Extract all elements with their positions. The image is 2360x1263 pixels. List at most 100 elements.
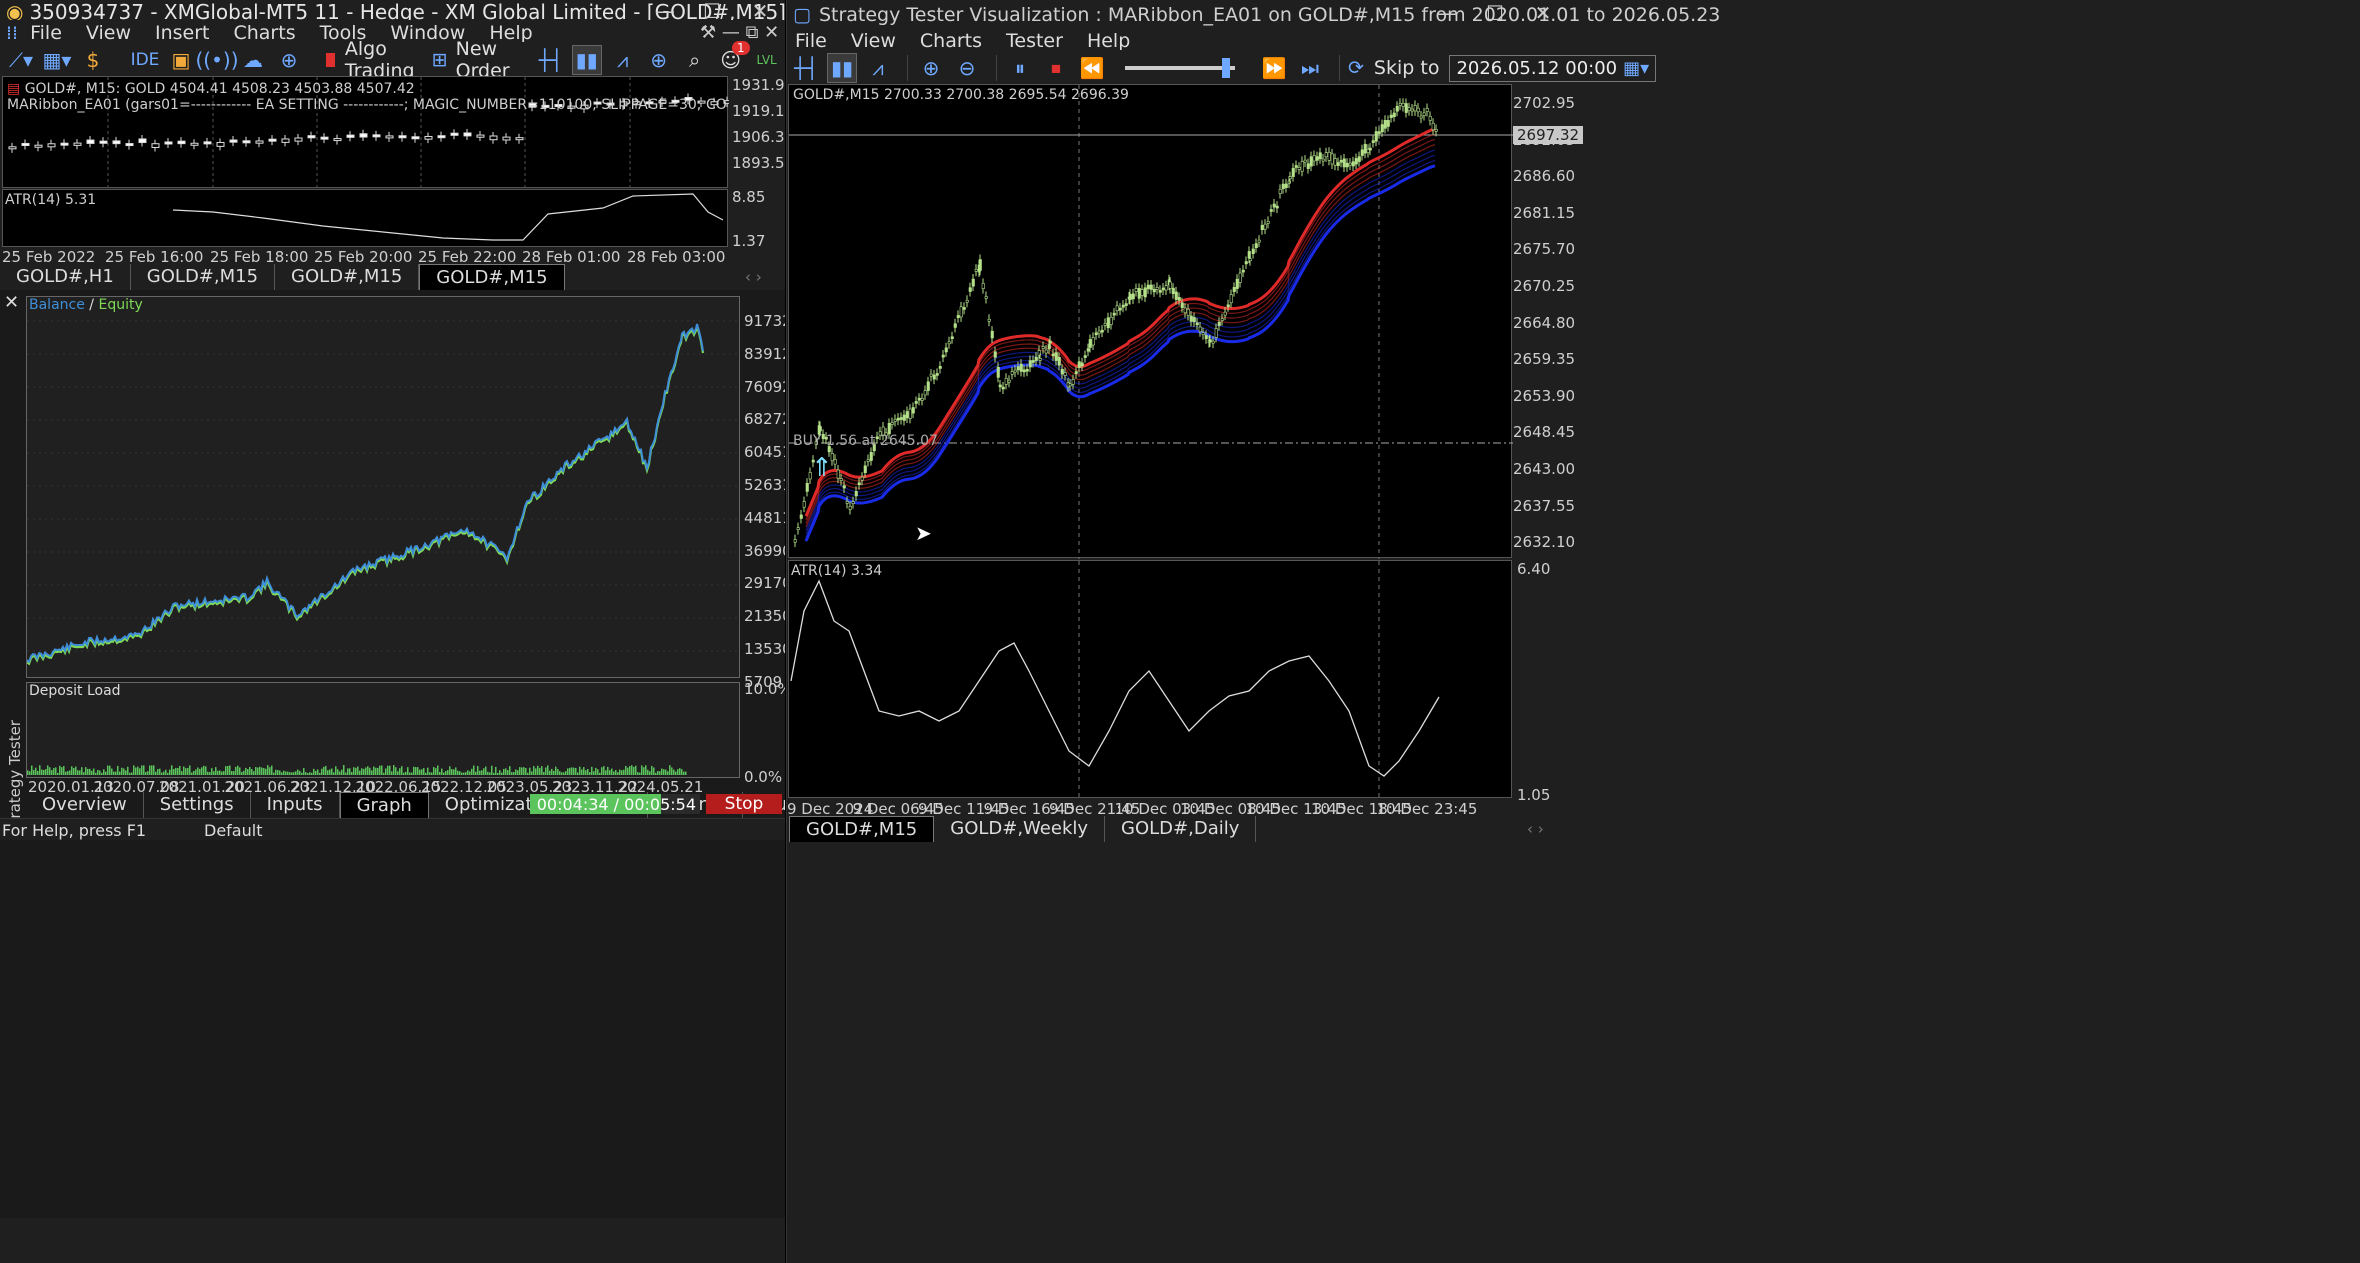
candle-body (1115, 305, 1119, 312)
maximize-button[interactable]: ☐ (692, 0, 732, 22)
speed-slider-thumb[interactable] (1221, 58, 1230, 78)
chart-tab[interactable]: GOLD#,H1 (0, 264, 131, 290)
deposit-bar (431, 772, 433, 775)
tab-graph[interactable]: Graph (339, 792, 429, 818)
deposit-bar (429, 772, 431, 775)
deposit-bar (437, 765, 439, 775)
candle-body (935, 373, 939, 376)
candle-body (1431, 122, 1435, 131)
deposit-bar (157, 769, 159, 775)
cloud-icon[interactable]: ☁ (238, 45, 268, 75)
tab-scroll-arrows[interactable]: ‹ › (745, 268, 762, 286)
rewind-icon[interactable]: ⏪ (1077, 53, 1107, 83)
viz-menu-view[interactable]: View (851, 30, 896, 52)
viz-maximize-button[interactable]: ☐ (1475, 2, 1515, 24)
viz-price-chart[interactable]: GOLD#,M15 2700.33 2700.38 2695.54 2696.3… (788, 84, 1513, 559)
deposit-bar (441, 768, 443, 775)
deposit-bar (475, 771, 477, 775)
fast-forward-icon[interactable]: ⏩ (1259, 53, 1289, 83)
menu-insert[interactable]: Insert (155, 22, 210, 44)
skip-to-datetime-input[interactable]: 2026.05.12 00:00 ▦▾ (1449, 54, 1657, 82)
chart-template-icon[interactable]: ▦▾ (42, 45, 72, 75)
speed-slider[interactable] (1125, 58, 1235, 78)
viz-atr-chart[interactable]: ATR(14) 3.34 (788, 560, 1512, 799)
deposit-bar (205, 766, 207, 775)
axis-label: 21350 (744, 607, 785, 626)
menu-file[interactable]: File (30, 22, 62, 44)
line-chart-icon[interactable]: ⟋▾ (6, 45, 36, 75)
mdi-controls[interactable]: ⚒ — ⧉ ✕ (700, 22, 779, 43)
deposit-bar (615, 769, 617, 775)
menu-view[interactable]: View (86, 22, 131, 44)
viz-zoom-out-icon[interactable]: ⊖ (952, 53, 982, 83)
market-icon[interactable]: ▣ (166, 45, 196, 75)
deposit-bar (563, 772, 565, 775)
chart-tab-active[interactable]: GOLD#,M15 (419, 264, 565, 290)
viz-chart-tab[interactable]: GOLD#,Daily (1105, 816, 1257, 842)
viz-minimize-button[interactable]: — (1427, 2, 1467, 24)
viz-chart-tab-active[interactable]: GOLD#,M15 (789, 816, 935, 842)
deposit-bar (223, 771, 225, 775)
legend-equity: Equity (98, 297, 143, 313)
candle-body (1363, 143, 1367, 154)
zoom-in-icon[interactable]: ⊕ (644, 45, 674, 75)
deposit-bar (455, 767, 457, 775)
dollar-icon[interactable]: $ (78, 45, 108, 75)
left-atr-chart[interactable]: ATR(14) 5.31 (2, 189, 728, 247)
candle-body (515, 137, 524, 141)
candle-body (333, 138, 342, 142)
stop-icon[interactable]: ⏹ (1041, 53, 1071, 83)
chart-tab[interactable]: GOLD#,M15 (275, 264, 420, 290)
deposit-bar (443, 772, 445, 775)
deposit-axis-label: 0.0% (744, 768, 783, 786)
candle-body (917, 397, 921, 401)
viz-line-icon[interactable]: ⩘ (863, 53, 893, 83)
pause-icon[interactable]: ⏸ (1005, 53, 1035, 83)
stop-button[interactable]: Stop (706, 794, 782, 814)
toolbar-separator (907, 55, 908, 81)
viz-menu-help[interactable]: Help (1087, 30, 1130, 52)
notifications-icon[interactable]: ☺ 1 (716, 41, 750, 75)
balance-line (27, 323, 704, 664)
chart-tab[interactable]: GOLD#,M15 (131, 264, 276, 290)
deposit-bar (611, 768, 613, 775)
tab-inputs[interactable]: Inputs (251, 792, 340, 818)
candlestick-icon[interactable]: ▮▮ (571, 45, 602, 75)
vps-icon[interactable]: ⊕ (274, 45, 304, 75)
deposit-bar (619, 769, 621, 775)
minimize-button[interactable]: — (645, 0, 685, 22)
deposit-bar (333, 772, 335, 775)
balance-equity-graph[interactable]: Balance / Equity (26, 296, 740, 678)
tab-settings[interactable]: Settings (144, 792, 251, 818)
viz-menu-charts[interactable]: Charts (920, 30, 982, 52)
line-icon[interactable]: ⩘ (608, 45, 638, 75)
candle-body (1330, 153, 1334, 165)
bar-chart-icon[interactable]: ┼┤ (536, 45, 566, 75)
menu-app-icon[interactable]: ⁞⁞ (6, 22, 18, 44)
left-price-chart[interactable]: ▤ GOLD#, M15: GOLD 4504.41 4508.23 4503.… (2, 76, 729, 189)
tab-overview[interactable]: Overview (26, 792, 144, 818)
tester-close-icon[interactable]: ✕ (4, 292, 19, 313)
deposit-bar (529, 767, 531, 775)
deposit-bar (97, 769, 99, 775)
signals-icon[interactable]: ((•)) (196, 45, 239, 75)
viz-close-button[interactable]: ✕ (1523, 2, 1563, 24)
ide-button[interactable]: IDE (130, 45, 160, 75)
lvl-icon[interactable]: LVL (752, 45, 782, 75)
candle-body (938, 366, 942, 369)
skip-to-label[interactable]: ⟳ Skip to (1348, 57, 1439, 79)
viz-candlestick-icon[interactable]: ▮▮ (827, 53, 857, 83)
viz-zoom-in-icon[interactable]: ⊕ (916, 53, 946, 83)
viz-bar-chart-icon[interactable]: ┼┤ (791, 53, 821, 83)
skip-end-icon[interactable]: ⏭ (1295, 53, 1325, 83)
menu-charts[interactable]: Charts (233, 22, 295, 44)
deposit-bar (201, 767, 203, 775)
close-button[interactable]: ✕ (740, 0, 780, 22)
deposit-load-graph[interactable]: Deposit Load (26, 682, 740, 778)
search-icon[interactable]: ⌕ (680, 45, 710, 75)
candle-body (1177, 297, 1181, 301)
viz-chart-tab[interactable]: GOLD#,Weekly (934, 816, 1106, 842)
viz-menu-tester[interactable]: Tester (1006, 30, 1063, 52)
viz-tab-scroll-arrows[interactable]: ‹ › (1527, 820, 1544, 838)
viz-menu-file[interactable]: File (795, 30, 827, 52)
